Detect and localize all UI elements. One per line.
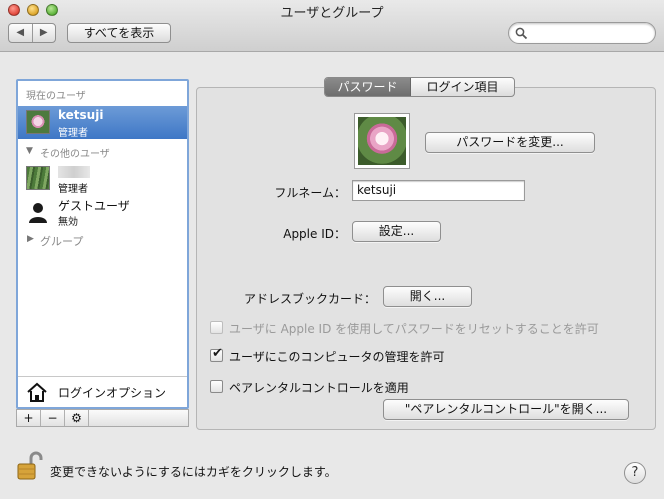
remove-user-button[interactable]: − [41,410,65,426]
user-name [58,166,90,178]
fullname-label: フルネーム： [274,186,346,200]
appleid-reset-label: ユーザに Apple ID を使用してパスワードをリセットすることを許可 [229,322,599,336]
search-icon [515,27,528,40]
other-users-header: その他のユーザ [40,149,110,160]
appleid-setup-button[interactable]: 設定... [352,221,441,242]
change-password-button[interactable]: パスワードを変更... [425,132,595,153]
addressbook-label: アドレスブックカード： [243,292,376,306]
show-all-button[interactable]: すべてを表示 [67,23,171,43]
lotus-picture-icon [358,117,406,165]
fullname-field[interactable]: ketsuji [352,180,525,201]
search-input[interactable] [508,22,656,44]
back-button[interactable]: ◀ [9,24,33,42]
user-role: 管理者 [58,128,88,139]
appleid-label: Apple ID： [283,227,346,241]
user-list-toolbar: + − ⚙ [16,409,189,427]
title-bar: ユーザとグループ ◀ ▶ すべてを表示 [0,0,664,52]
admin-label: ユーザにこのコンピュータの管理を許可 [229,350,445,364]
login-options-label: ログインオプション [58,386,167,400]
admin-checkbox[interactable]: ✔ [210,346,223,362]
checkmark-icon: ✔ [212,346,223,361]
disclosure-triangle-icon[interactable]: ▼ [26,146,33,156]
action-gear-button[interactable]: ⚙ [65,410,89,426]
user-picture[interactable] [354,113,410,169]
lock-icon[interactable] [17,450,43,482]
user-avatar-icon [26,110,50,134]
parental-controls-checkbox[interactable] [210,380,223,393]
home-icon [27,382,47,402]
tab-bar: パスワード ログイン項目 [324,77,515,97]
user-list: 現在のユーザ ketsuji 管理者 ▼ その他のユーザ 管理者 ゲストユーザ … [16,79,189,409]
forward-button[interactable]: ▶ [33,24,56,42]
user-avatar-icon [26,166,50,190]
disclosure-triangle-icon[interactable]: ▶ [27,234,34,244]
add-user-button[interactable]: + [17,410,41,426]
appleid-reset-checkbox[interactable] [210,321,223,334]
parental-controls-label: ペアレンタルコントロールを適用 [229,381,409,395]
tab-password[interactable]: パスワード [325,78,411,96]
window-title: ユーザとグループ [280,6,384,21]
lock-message: 変更できないようにするにはカギをクリックします。 [50,465,337,479]
current-users-header: 現在のユーザ [26,91,86,102]
help-button[interactable]: ? [624,462,646,484]
open-parental-controls-button[interactable]: "ペアレンタルコントロール"を開く... [383,399,629,420]
groups-header: グループ [40,235,84,248]
user-role: 無効 [58,217,78,228]
user-name: ゲストユーザ [58,199,130,213]
user-role: 管理者 [58,184,88,195]
login-options-item[interactable]: ログインオプション [18,376,187,407]
tab-login-items[interactable]: ログイン項目 [411,78,514,96]
user-row-current[interactable]: ketsuji 管理者 [18,106,187,139]
back-forward-control: ◀ ▶ [8,23,56,43]
user-name: ketsuji [58,108,104,122]
guest-user-icon [29,203,47,223]
addressbook-open-button[interactable]: 開く... [383,286,472,307]
